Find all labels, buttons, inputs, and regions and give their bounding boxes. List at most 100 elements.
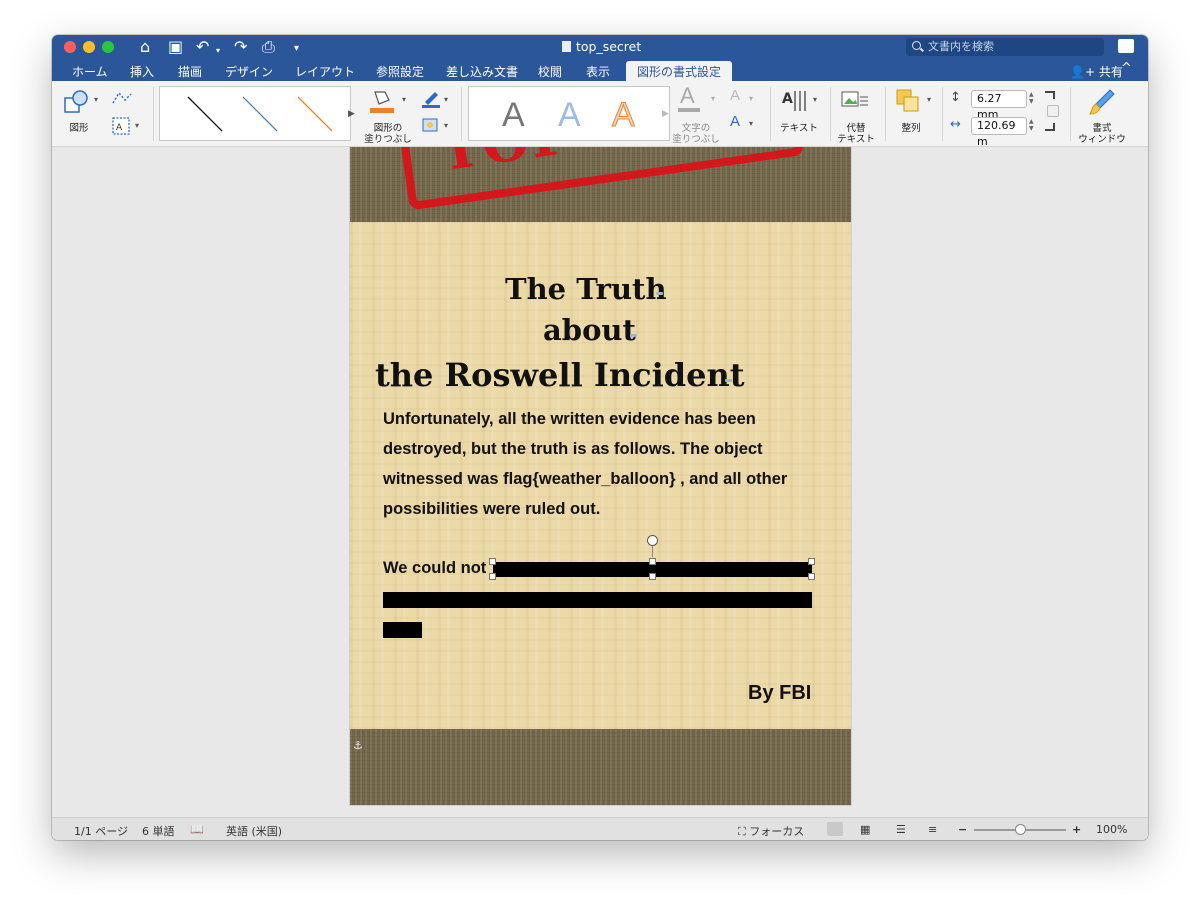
tab-home[interactable]: ホーム: [72, 63, 108, 80]
resize-handle-bottom-left[interactable]: [489, 573, 496, 580]
svg-text:A: A: [116, 123, 123, 133]
tab-mailings[interactable]: 差し込み文書: [446, 63, 518, 80]
zoom-in-button[interactable]: +: [1072, 823, 1081, 836]
share-button[interactable]: 👤+ 共有: [1070, 63, 1123, 80]
document-canvas[interactable]: TOP SECRET The Truth about the Roswell I…: [52, 147, 1148, 817]
tab-layout[interactable]: レイアウト: [295, 63, 355, 80]
shape-effects-dropdown-icon[interactable]: ▾: [444, 121, 448, 130]
resize-handle-bottom[interactable]: [649, 573, 656, 580]
text-dropdown-icon[interactable]: ▾: [813, 95, 817, 104]
body-line: witnessed was flag{weather_balloon} , an…: [383, 470, 788, 488]
wordart-style-blue[interactable]: A: [558, 96, 581, 135]
focus-mode-button[interactable]: ⛶ フォーカス: [738, 823, 804, 839]
tab-insert[interactable]: 挿入: [130, 63, 154, 80]
format-pane-icon[interactable]: [1088, 88, 1116, 116]
text-direction-icon[interactable]: A: [782, 89, 808, 115]
shape-outline-icon[interactable]: [421, 90, 441, 108]
shapes-icon[interactable]: [64, 90, 90, 114]
ribbon-tabs: ホーム 挿入 描画 デザイン レイアウト 参照設定 差し込み文書 校閲 表示 図…: [52, 59, 1148, 81]
shapes-dropdown-icon[interactable]: ▾: [94, 95, 98, 104]
tab-shape-format[interactable]: 図形の書式設定: [626, 61, 733, 81]
shape-outline-dropdown-icon[interactable]: ▾: [444, 95, 448, 104]
ribbon-separator: [461, 87, 462, 141]
print-layout-view-icon[interactable]: [827, 822, 843, 836]
text-effects-dropdown-icon[interactable]: ▾: [749, 119, 753, 128]
shape-height-input[interactable]: 6.27 mm: [971, 90, 1027, 121]
arrange-dropdown-icon[interactable]: ▾: [927, 95, 931, 104]
language-indicator[interactable]: 英語 (米国): [226, 823, 282, 839]
body-line: possibilities were ruled out.: [383, 500, 601, 518]
lock-aspect-checkbox[interactable]: [1047, 105, 1059, 117]
shape-height-stepper[interactable]: ▲ ▼: [1029, 91, 1034, 105]
zoom-window-button[interactable]: [102, 41, 114, 53]
tab-view[interactable]: 表示: [586, 63, 610, 80]
shapes-label: 図形: [69, 123, 89, 134]
feedback-icon[interactable]: [1118, 39, 1134, 53]
svg-text:A: A: [782, 91, 793, 107]
text-box-icon[interactable]: A: [112, 117, 130, 135]
ribbon-separator: [830, 87, 831, 141]
edit-points-icon[interactable]: [111, 90, 133, 106]
tab-review[interactable]: 校閲: [538, 63, 562, 80]
gallery-more-icon[interactable]: ▶: [348, 109, 355, 119]
shape-width-stepper[interactable]: ▲ ▼: [1029, 118, 1034, 132]
close-window-button[interactable]: [64, 41, 76, 53]
print-icon[interactable]: ⎙: [262, 37, 275, 57]
zoom-level[interactable]: 100%: [1096, 823, 1127, 836]
document-title: top_secret: [562, 39, 641, 54]
resize-handle-top-right[interactable]: [808, 558, 815, 565]
search-input[interactable]: 文書内を検索: [906, 38, 1104, 56]
web-layout-view-icon[interactable]: ▦: [860, 823, 870, 836]
tab-draw[interactable]: 描画: [178, 63, 202, 80]
zoom-out-button[interactable]: −: [958, 823, 967, 836]
word-count[interactable]: 6 単語: [142, 823, 175, 839]
document-page[interactable]: TOP SECRET The Truth about the Roswell I…: [350, 147, 851, 805]
home-icon[interactable]: ⌂: [140, 37, 150, 57]
ribbon: ▾ 図形 A ▾ ▶ ▾ 図形の 塗りつぶし ▾ ▾ A A A ▶ A ▾ 文…: [52, 81, 1148, 148]
resize-handle-bottom-right[interactable]: [808, 573, 815, 580]
alt-text-icon[interactable]: [841, 90, 869, 114]
lock-aspect-bottom-icon: [1045, 123, 1055, 131]
text-outline-dropdown-icon[interactable]: ▾: [749, 94, 753, 103]
shape-fill-icon[interactable]: [369, 88, 395, 114]
zoom-slider-thumb[interactable]: [1015, 824, 1026, 835]
redo-icon[interactable]: ↷: [234, 37, 247, 57]
text-effects-icon[interactable]: A: [730, 113, 740, 130]
resize-handle-top[interactable]: [649, 558, 656, 565]
wordart-style-gallery[interactable]: A A A ▶: [468, 86, 670, 141]
tab-references[interactable]: 参照設定: [376, 63, 424, 80]
outline-view-icon[interactable]: ☰: [896, 823, 906, 836]
shape-style-previews: [187, 96, 333, 132]
redaction-bar[interactable]: [383, 592, 812, 608]
shape-effects-icon[interactable]: [421, 116, 441, 134]
customize-toolbar-icon[interactable]: ▾: [294, 39, 299, 59]
page-count[interactable]: 1/1 ページ: [74, 823, 128, 839]
minimize-window-button[interactable]: [83, 41, 95, 53]
text-fill-dropdown-icon[interactable]: ▾: [711, 94, 715, 103]
anchor-icon[interactable]: ⚓: [353, 739, 363, 752]
text-fill-icon[interactable]: A: [680, 83, 695, 109]
wordart-style-gray[interactable]: A: [502, 96, 525, 135]
collapse-ribbon-icon[interactable]: ^: [1121, 61, 1132, 76]
text-box-dropdown-icon[interactable]: ▾: [135, 121, 139, 130]
undo-icon[interactable]: ↶: [196, 37, 209, 57]
ribbon-separator: [1070, 87, 1071, 141]
rotate-handle-icon[interactable]: [647, 535, 658, 546]
lock-aspect-top-icon: [1045, 91, 1055, 99]
redaction-bar[interactable]: [383, 622, 422, 638]
resize-handle-top-left[interactable]: [489, 558, 496, 565]
redacted-paragraph-intro: We could not: [383, 559, 487, 577]
shape-width-input[interactable]: 120.69 m: [971, 117, 1027, 148]
shape-fill-dropdown-icon[interactable]: ▾: [402, 95, 406, 104]
text-outline-icon[interactable]: A: [730, 87, 740, 104]
shape-style-gallery[interactable]: ▶: [159, 86, 355, 141]
wordart-style-orange[interactable]: A: [612, 96, 636, 135]
arrange-icon[interactable]: [896, 89, 920, 113]
tab-design[interactable]: デザイン: [225, 63, 273, 80]
wordart-gallery-more-icon[interactable]: ▶: [662, 109, 669, 119]
proofing-icon[interactable]: 📖: [190, 823, 204, 836]
draft-view-icon[interactable]: ≡: [928, 823, 937, 836]
save-icon[interactable]: ▣: [168, 37, 183, 57]
undo-dropdown-icon[interactable]: ▾: [216, 41, 220, 61]
ribbon-separator: [153, 87, 154, 141]
